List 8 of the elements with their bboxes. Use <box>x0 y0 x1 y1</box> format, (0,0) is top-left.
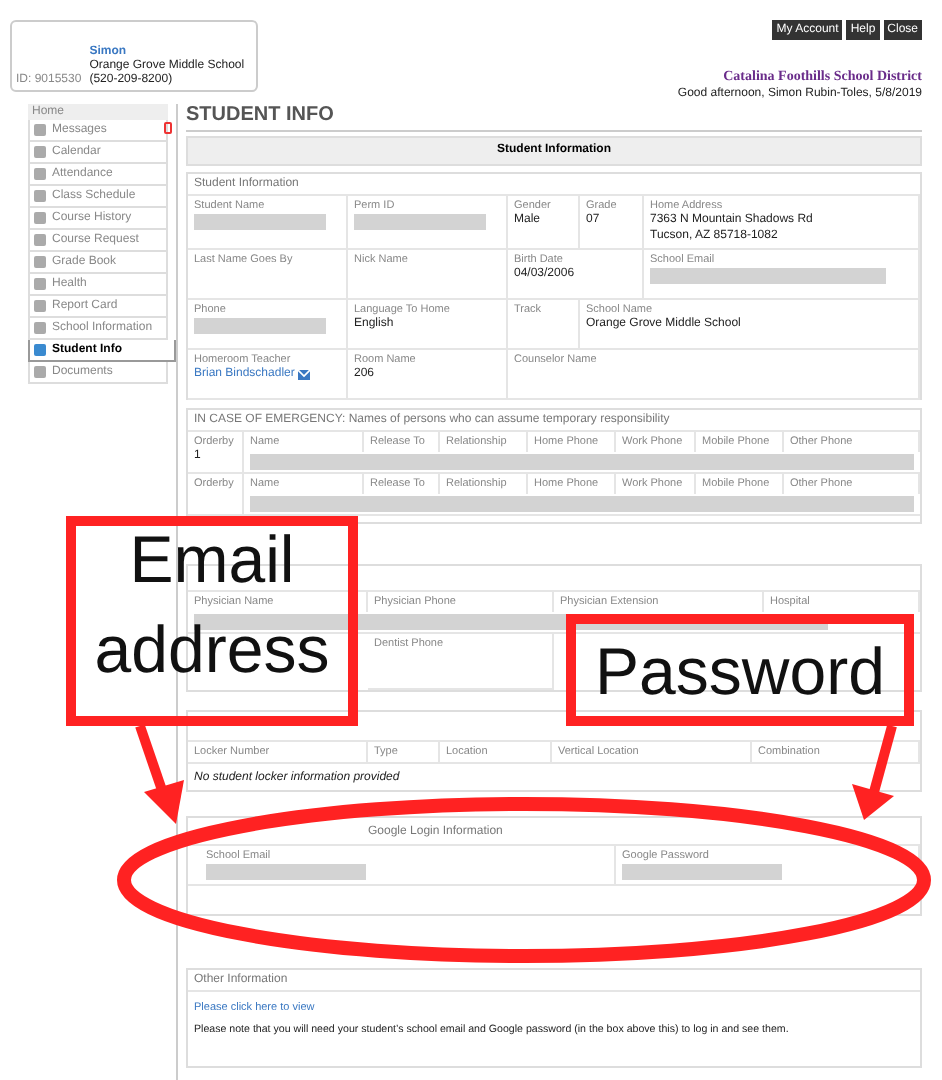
page-title: STUDENT INFO <box>186 104 922 132</box>
callout-text: Password <box>595 637 885 703</box>
redacted-bar <box>194 318 326 334</box>
redacted-bar <box>354 214 486 230</box>
callout-text: Email <box>129 526 295 592</box>
callout-text: address <box>94 616 330 682</box>
mail-icon[interactable] <box>298 370 311 380</box>
redacted-bar <box>194 214 326 230</box>
